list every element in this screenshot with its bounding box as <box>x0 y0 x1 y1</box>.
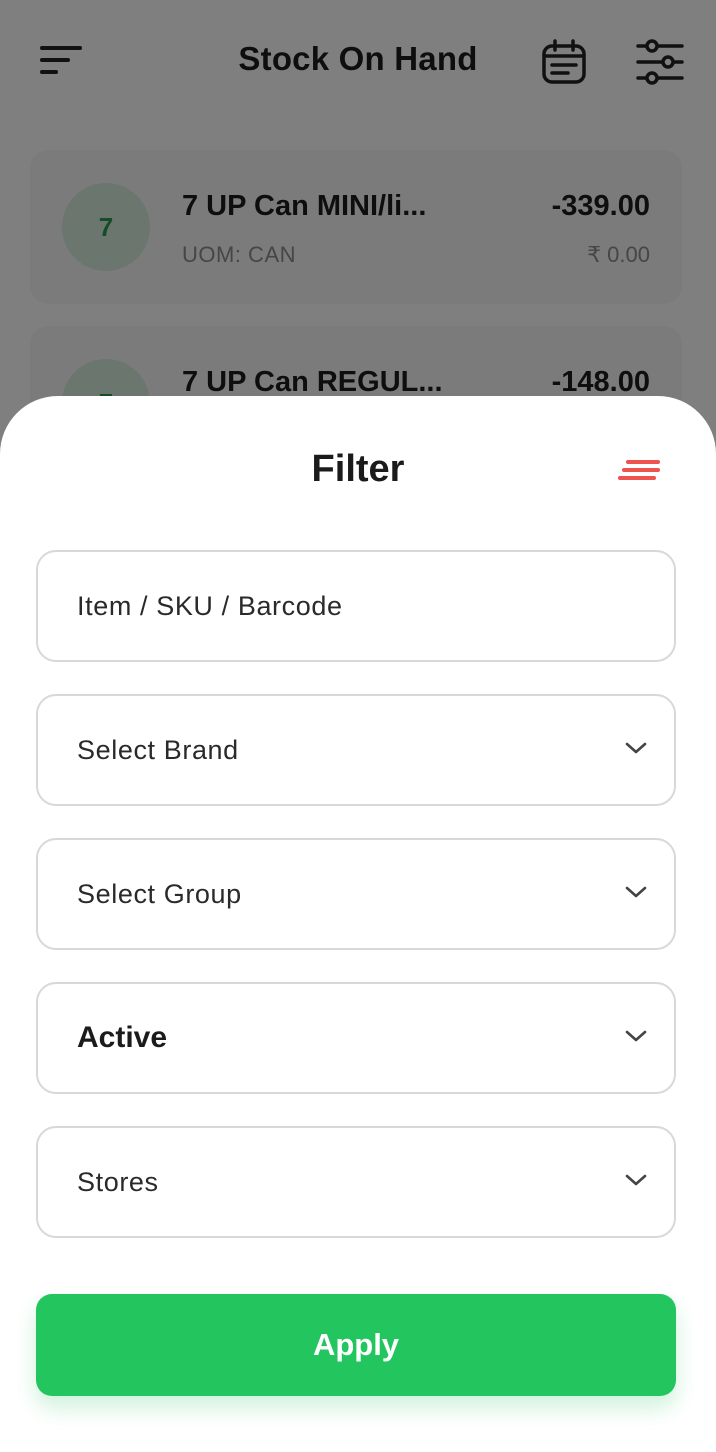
status-select[interactable]: Active <box>36 982 676 1094</box>
chevron-down-icon <box>625 1174 647 1186</box>
chevron-down-icon <box>625 886 647 898</box>
brand-select-label: Select Brand <box>77 735 239 765</box>
group-select-label: Select Group <box>77 879 242 909</box>
filter-title: Filter <box>311 448 405 490</box>
group-select[interactable]: Select Group <box>36 838 676 950</box>
stores-select[interactable]: Stores <box>36 1126 676 1238</box>
clear-filter-icon[interactable] <box>618 460 662 486</box>
chevron-down-icon <box>625 742 647 754</box>
item-sku-barcode-input[interactable] <box>36 550 676 662</box>
filter-bottom-sheet: Filter Select Brand Select Group Active … <box>0 396 716 1452</box>
stores-select-label: Stores <box>77 1167 159 1197</box>
chevron-down-icon <box>625 1030 647 1042</box>
status-select-value: Active <box>77 1021 168 1054</box>
brand-select[interactable]: Select Brand <box>36 694 676 806</box>
apply-button[interactable]: Apply <box>36 1294 676 1396</box>
